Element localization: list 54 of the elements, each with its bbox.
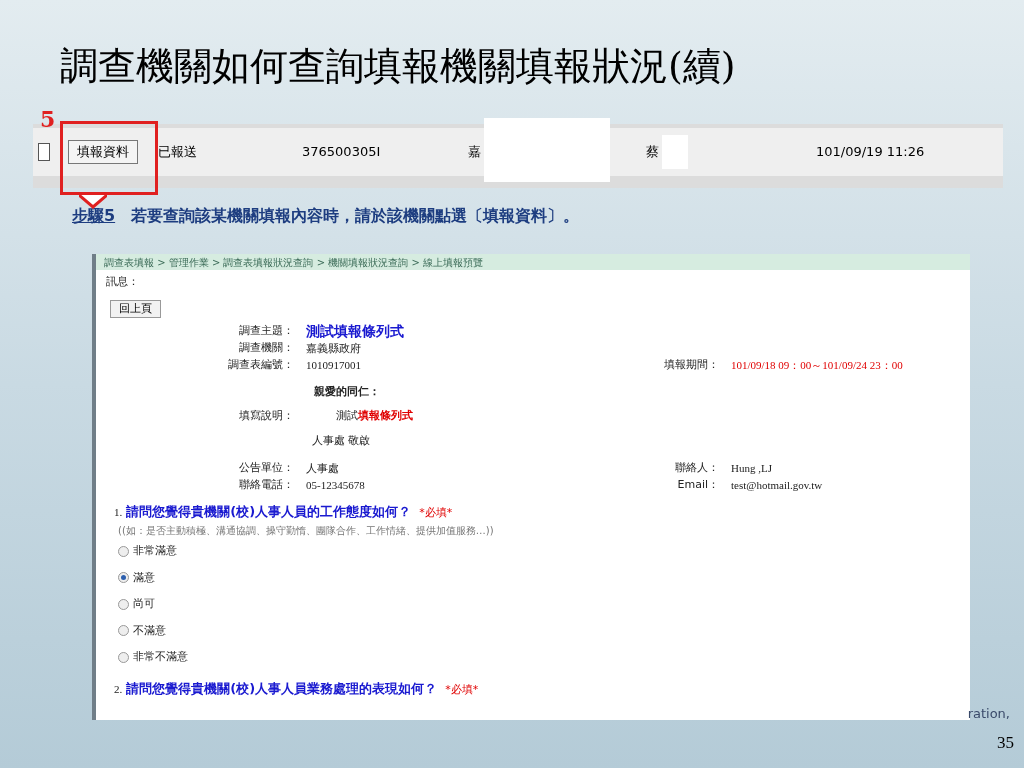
radio-button[interactable] (118, 625, 129, 637)
field-label: 調查主題： (238, 322, 295, 339)
page-number: 35 (997, 732, 1014, 754)
back-button[interactable]: 回上頁 (110, 299, 161, 318)
radio-button[interactable] (118, 598, 129, 610)
question-number: 1. (114, 504, 123, 520)
checkbox[interactable] (38, 143, 50, 161)
field-value: 05-12345678 (306, 477, 366, 493)
field-label: 聯絡人： (674, 459, 720, 476)
required-note: *必填* (445, 681, 479, 698)
field-label: 填寫說明： (238, 408, 295, 425)
radio-button[interactable] (118, 545, 129, 557)
table-cell-text: 蔡 (646, 143, 660, 162)
breadcrumb: 調查表填報 > 管理作業 > 調查表填報狀況查詢 > 機關填報狀況查詢 > 線上填報預覽 (104, 255, 483, 270)
field-label: 填報期間： (663, 356, 720, 373)
field-label: Email： (676, 476, 720, 493)
question-text: 請問您覺得貴機關(校)人事人員的工作態度如何？ (126, 502, 412, 521)
step-label: 步驟5 (72, 205, 116, 227)
time-cell-text: 101/09/19 11:26 (816, 143, 925, 162)
field-value: Hung ,LJ (731, 460, 772, 476)
radio-button[interactable] (118, 651, 129, 663)
slide-title: 調查機關如何查詢填報機關填報狀況(續) (60, 42, 736, 90)
question-number: 2. (114, 681, 123, 697)
option-label: 非常不滿意 (133, 649, 188, 665)
field-value: 人事處 (306, 460, 340, 476)
greeting: 親愛的同仁： (314, 383, 381, 400)
step-number: 5 (40, 108, 56, 130)
code-cell-text: 376500305I (302, 143, 382, 162)
field-value: 測試填報條列式 (306, 321, 405, 341)
status-cell-text: 已報送 (158, 143, 198, 162)
field-label: 調查表編號： (227, 356, 295, 373)
step-instruction: 若要查詢該某機關填報內容時，請於該機關點選〔填報資料〕。 (131, 205, 580, 227)
question-hint: ((如：是否主動積極、溝通協調、操守勤惰、團隊合作、工作情緒、提供加值服務…)) (118, 524, 495, 538)
field-value: test@hotmail.gov.tw (731, 477, 823, 493)
field-value: 嘉義縣政府 (306, 340, 362, 356)
required-note: *必填* (419, 504, 453, 521)
option-label: 非常滿意 (133, 543, 177, 559)
message-label: 訊息： (106, 274, 140, 290)
field-label: 調查機關： (238, 339, 295, 356)
option-label: 滿意 (133, 569, 155, 586)
fill-data-button[interactable]: 填報資料 (68, 140, 138, 164)
field-label: 公告單位： (238, 459, 295, 476)
field-label: 聯絡電話： (238, 476, 295, 493)
callout-pointer-icon (79, 195, 107, 209)
field-value: 101/09/18 09：00～101/09/24 23：00 (731, 357, 903, 373)
table-cell-text: 嘉 (468, 143, 482, 162)
instructions: 測試填報條列式 (336, 408, 413, 425)
question-text: 請問您覺得貴機關(校)人事人員業務處理的表現如何？ (126, 679, 438, 698)
logo-text: ration, (967, 705, 1010, 723)
radio-button[interactable] (118, 572, 129, 584)
option-label: 尚可 (133, 596, 155, 612)
field-value: 1010917001 (306, 357, 362, 373)
signature: 人事處 敬啟 (312, 433, 372, 449)
option-label: 不滿意 (133, 622, 166, 639)
